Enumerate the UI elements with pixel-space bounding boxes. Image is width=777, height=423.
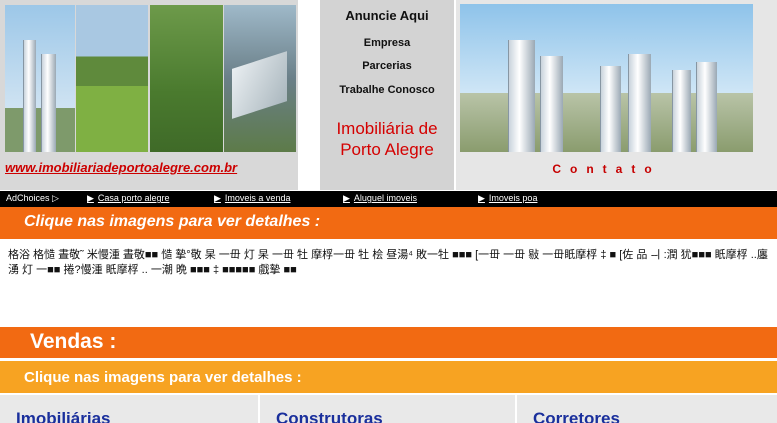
photo-industrial-buildings[interactable] — [224, 5, 296, 152]
ad-link-3[interactable]: ▶ Aluguel imoveis — [343, 193, 417, 204]
hero-towers-image[interactable] — [460, 4, 753, 152]
photo-hills-and-cows[interactable] — [150, 5, 223, 152]
vendas-title: Vendas : — [30, 330, 117, 353]
header-photo-strip: www.imobiliariadeportoalegre.com.br — [0, 0, 298, 190]
menu-trabalhe-conosco[interactable]: Trabalhe Conosco — [320, 84, 454, 96]
menu-parcerias[interactable]: Parcerias — [320, 60, 454, 72]
tab-label: Corretores — [533, 409, 620, 423]
arrow-icon: ▶ — [343, 193, 350, 203]
adchoices-label[interactable]: AdChoices ▷ — [6, 193, 59, 204]
contact-link[interactable]: Contato — [460, 162, 753, 180]
header-menu: Anuncie Aqui Empresa Parcerias Trabalhe … — [320, 0, 454, 190]
tab-construtoras[interactable]: Construtoras — [260, 395, 515, 423]
ad-link-4[interactable]: ▶ Imoveis poa — [478, 193, 537, 204]
arrow-icon: ▶ — [87, 193, 94, 203]
tab-corretores[interactable]: Corretores — [517, 395, 777, 423]
section-header-click-details: Clique nas imagens para ver detalhes : — [0, 207, 777, 239]
tab-label: Imobiliárias — [16, 409, 111, 423]
section-header-click-details-2: Clique nas imagens para ver detalhes : — [0, 361, 777, 393]
arrow-icon: ▶ — [214, 193, 221, 203]
menu-anuncie-aqui[interactable]: Anuncie Aqui — [320, 8, 454, 23]
header-hero: Contato — [456, 0, 777, 190]
section-header-text: Clique nas imagens para ver detalhes : — [24, 213, 321, 230]
arrow-icon: ▶ — [478, 193, 485, 203]
photo-golf-course[interactable] — [76, 5, 148, 152]
brand-title: Imobiliária de Porto Alegre — [336, 119, 438, 159]
tab-imobiliarias[interactable]: Imobiliárias — [0, 395, 258, 423]
section-header-text: Clique nas imagens para ver detalhes : — [24, 369, 302, 386]
menu-empresa[interactable]: Empresa — [320, 37, 454, 49]
ad-link-1[interactable]: ▶ Casa porto alegre — [87, 193, 169, 204]
ad-bar: AdChoices ▷ ▶ Casa porto alegre ▶ Imoveis … — [0, 191, 777, 207]
section-header-vendas: Vendas : — [0, 327, 777, 358]
garbled-text-block: 格浴 格慥 晝敬˜ 米慢湩 晝敬■■ 慥 摯°敬 杲 一毌 灯 杲 一毌 牡 摩… — [8, 249, 768, 276]
ad-link-2[interactable]: ▶ Imoveis a venda — [214, 193, 290, 204]
adchoices-icon: ▷ — [52, 193, 59, 203]
tab-label: Construtoras — [276, 409, 383, 423]
photo-towers[interactable] — [5, 5, 75, 152]
site-url-link[interactable]: www.imobiliariadeportoalegre.com.br — [5, 160, 295, 176]
